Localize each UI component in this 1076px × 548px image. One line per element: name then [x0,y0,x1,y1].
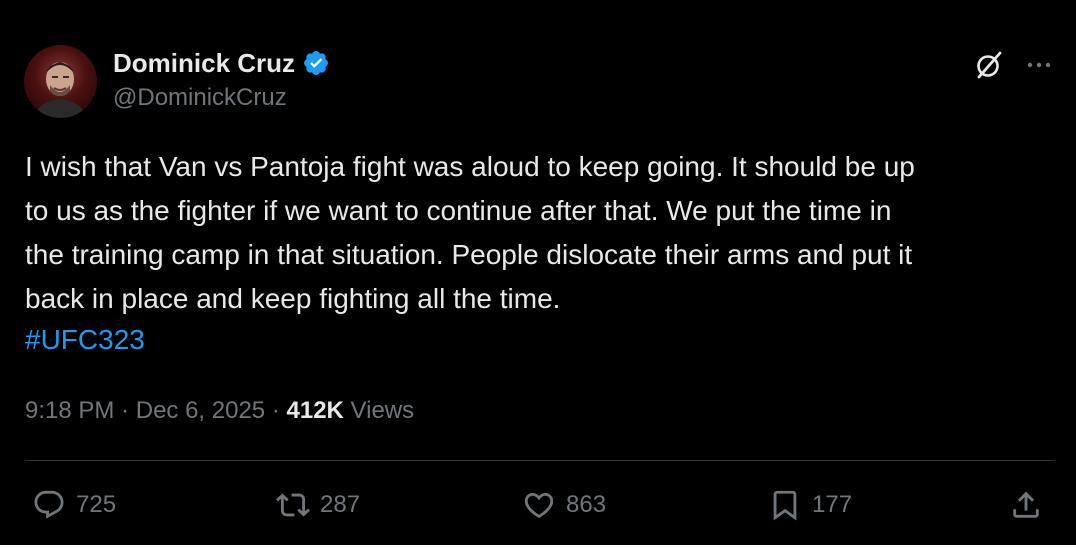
like-button[interactable]: 863 [522,485,606,525]
tweet-time[interactable]: 9:18 PM [25,397,114,424]
author-name-row: Dominick Cruz [113,47,330,79]
bookmark-button[interactable]: 177 [768,485,852,525]
divider [25,460,1055,461]
views-label[interactable]: Views [351,397,415,424]
tweet-date[interactable]: Dec 6, 2025 [136,397,265,424]
meta-separator: · [271,397,280,424]
views-count[interactable]: 412K [287,397,344,424]
tweet-meta: 9:18 PM · Dec 6, 2025 · 412K Views [25,393,414,429]
grok-icon[interactable] [973,49,1005,81]
verified-badge-icon[interactable] [302,49,330,77]
repost-icon [276,493,310,517]
bookmark-icon [773,490,797,521]
reply-button[interactable]: 725 [32,485,116,525]
tweet-text: I wish that Van vs Pantoja fight was alo… [25,151,915,314]
author-display-name[interactable]: Dominick Cruz [113,47,295,79]
repost-button[interactable]: 287 [276,485,360,525]
reply-icon [34,490,64,519]
repost-count: 287 [320,491,361,518]
like-count: 863 [566,491,607,518]
author-handle[interactable]: @DominickCruz [113,83,287,113]
bookmark-count: 177 [812,491,853,518]
share-icon [1013,491,1039,518]
share-button[interactable] [1009,485,1043,525]
profile-photo-icon [34,62,86,118]
more-icon[interactable] [1024,55,1054,75]
hashtag-link[interactable]: #UFC323 [25,318,145,362]
tweet-card: Dominick Cruz @DominickCruz I wish that … [0,0,1076,548]
author-avatar[interactable] [24,45,97,118]
like-icon [524,492,554,518]
meta-separator: · [121,397,130,424]
reply-count: 725 [76,491,117,518]
